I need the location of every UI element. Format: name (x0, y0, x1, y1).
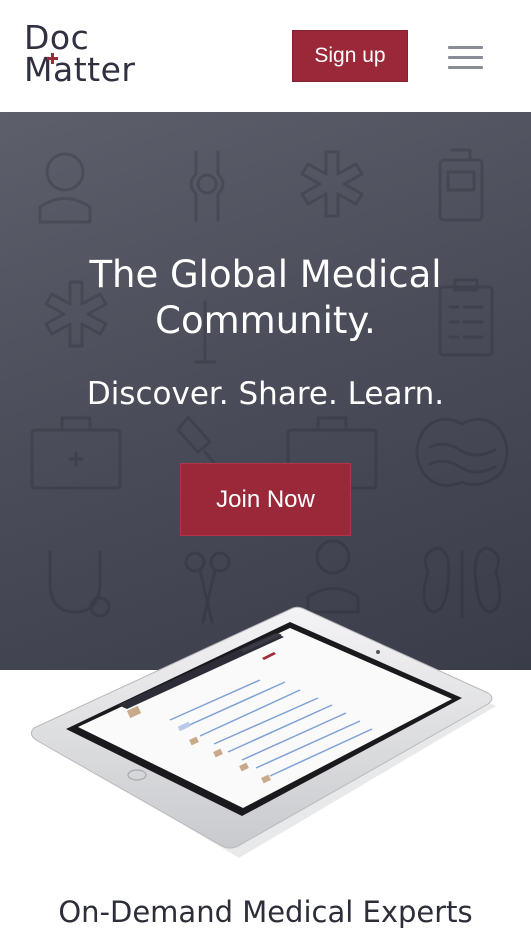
join-now-button[interactable]: Join Now (180, 463, 351, 536)
hero-banner: The Global Medical Community. Discover. … (0, 112, 531, 670)
logo-plus-icon (47, 53, 58, 64)
page: Doc Matter Sign up The Global Medical Co… (0, 0, 531, 945)
site-header: Doc Matter Sign up (0, 0, 531, 112)
star-of-life-icon (300, 150, 364, 218)
section-heading: On-Demand Medical Experts (58, 895, 473, 929)
sign-up-button[interactable]: Sign up (292, 30, 408, 82)
hero-title: The Global Medical Community. (89, 253, 442, 342)
hero-subtitle: Discover. Share. Learn. (86, 376, 445, 412)
tablet-screenshot-image (30, 606, 496, 858)
doctor-icon (38, 152, 92, 224)
hamburger-menu-icon[interactable] (446, 42, 484, 72)
joint-icon (189, 150, 225, 222)
docmatter-logo[interactable]: Doc Matter (24, 20, 184, 90)
brain-icon (415, 417, 509, 488)
logo-word-matter: Matter (24, 50, 136, 89)
infusion-pump-icon (438, 148, 484, 222)
first-aid-kit-icon (30, 416, 122, 490)
